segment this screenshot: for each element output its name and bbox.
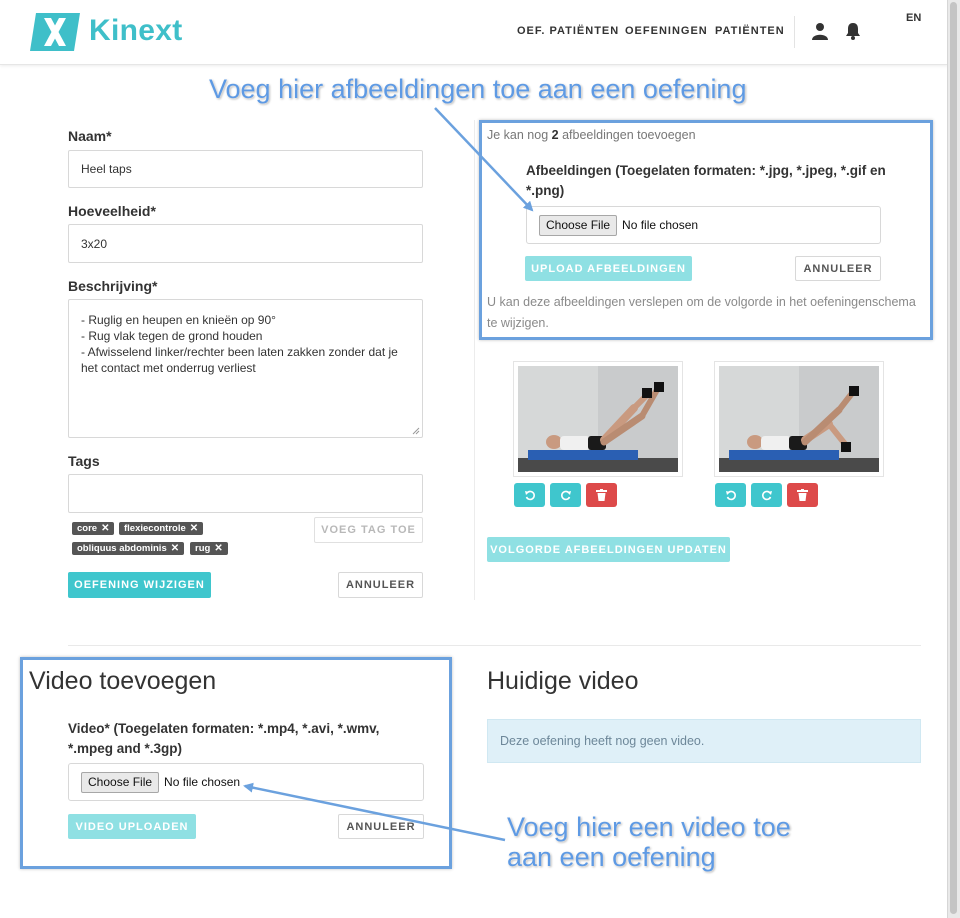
- page: Kinext OEF. PATIËNTEN OEFENINGEN PATIËNT…: [0, 0, 948, 918]
- vertical-scrollbar[interactable]: [947, 0, 960, 918]
- annotation-arrows: [243, 107, 534, 842]
- arrow-to-video-input: [243, 782, 506, 842]
- scrollbar-thumb[interactable]: [950, 2, 957, 914]
- arrow-to-image-input: [434, 107, 534, 212]
